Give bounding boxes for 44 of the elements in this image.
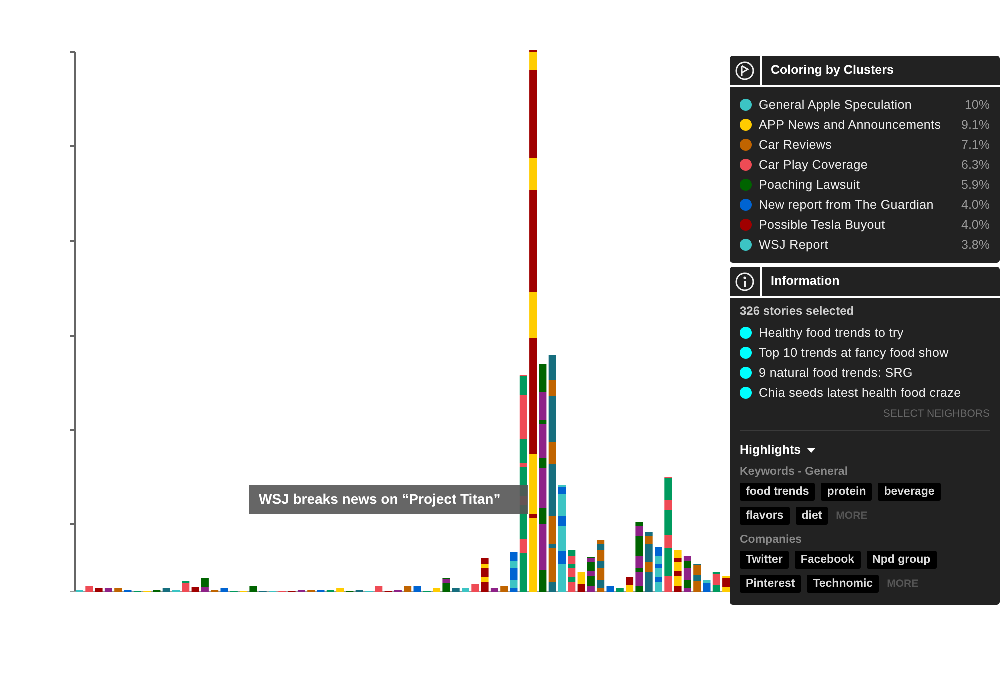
cluster-name: General Apple Speculation [759,98,912,112]
story-dot [740,387,752,399]
panel-title: Information [762,267,1000,296]
cluster-share: 4.0% [962,198,990,212]
tag[interactable]: Technomic [807,575,880,593]
cluster-name: APP News and Announcements [759,118,942,132]
cluster-share: 3.8% [962,238,990,252]
story-title[interactable]: Healthy food trends to try [759,326,904,340]
info-icon[interactable] [730,267,760,296]
cluster-share: 9.1% [962,118,990,132]
tag[interactable]: flavors [740,507,790,525]
tag[interactable]: food trends [740,483,816,501]
story-dot [740,367,752,379]
cluster-name: Car Reviews [759,138,832,152]
story-dot [740,347,752,359]
caret-icon[interactable] [807,448,816,452]
cluster-share: 7.1% [962,138,990,152]
tag[interactable]: diet [796,507,828,525]
cluster-share: 4.0% [962,218,990,232]
story-title[interactable]: Top 10 trends at fancy food show [759,346,949,360]
highlights-heading[interactable]: Highlights [740,443,802,457]
tag[interactable]: protein [821,483,872,501]
cluster-share: 6.3% [962,158,990,172]
cluster-name: Car Play Coverage [759,158,868,172]
selection-count: 326 stories selected [740,304,856,318]
panel-title: Coloring by Clusters [762,56,1000,85]
cluster-share: 10% [964,98,990,112]
tag[interactable]: Facebook [794,551,861,569]
group-label: Keywords - General [740,466,850,478]
cluster-share: 5.9% [962,178,990,192]
cluster-name: Possible Tesla Buyout [759,218,886,232]
tag[interactable]: Pinterest [740,575,802,593]
story-title[interactable]: Chia seeds latest health food craze [759,386,962,400]
tag[interactable]: Npd group [866,551,937,569]
story-dot [740,327,752,339]
chart-tooltip: WSJ breaks news on “Project Titan” [249,485,528,514]
cluster-name: New report from The Guardian [759,198,934,212]
group-label: Companies [740,534,803,546]
cluster-name: WSJ Report [759,238,828,252]
flag-icon[interactable] [730,56,760,85]
cluster-name: Poaching Lawsuit [759,178,860,192]
story-title[interactable]: 9 natural food trends: SRG [759,366,913,380]
tag[interactable]: Twitter [740,551,789,569]
tag[interactable]: beverage [878,483,941,501]
